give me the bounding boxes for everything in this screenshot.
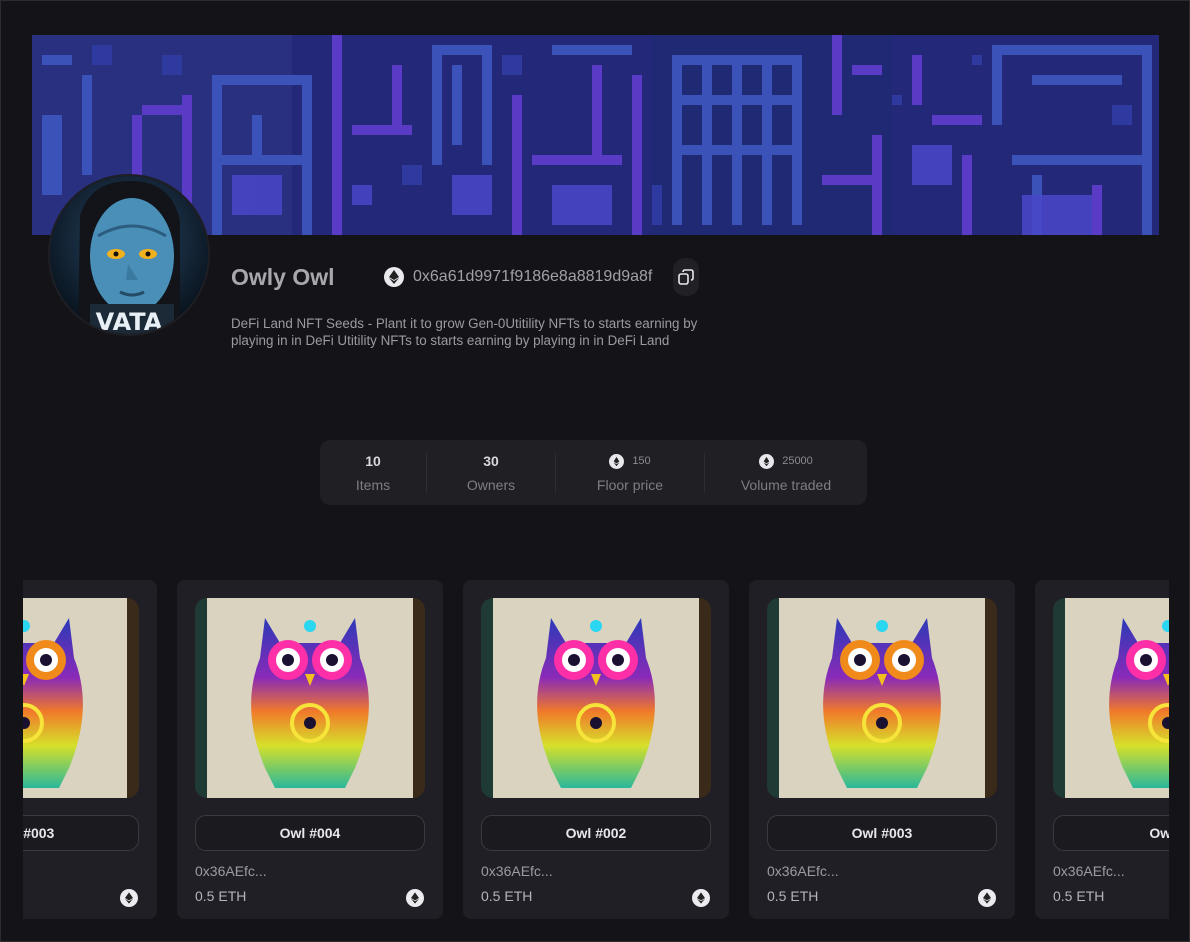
stat-owners-value: 30 — [483, 453, 499, 469]
owl-artwork — [195, 598, 425, 798]
owl-artwork — [481, 598, 711, 798]
stat-items-label: Items — [355, 477, 391, 493]
stat-owners-label: Owners — [466, 477, 516, 493]
eth-icon — [609, 453, 625, 469]
nft-image[interactable] — [23, 598, 139, 798]
collection-banner — [32, 35, 1159, 235]
stat-floor-price-value: 150 — [632, 455, 651, 467]
collection-name: Owly Owl — [231, 264, 335, 290]
eth-icon — [120, 889, 138, 907]
nft-card[interactable]: Owl #004 0x36AEfc... 0.5 ETH — [177, 580, 443, 919]
stat-floor-price-label: Floor price — [596, 477, 664, 493]
nft-card[interactable]: Owl #003 — [23, 580, 157, 919]
nft-image[interactable] — [767, 598, 997, 798]
avatar-overlay-text: VATA — [96, 308, 163, 334]
stat-items-value: 10 — [365, 453, 381, 469]
collection-stats-bar: 10 Items 30 Owners 150 Floor price 25000… — [320, 440, 867, 505]
eth-icon — [759, 453, 775, 469]
nft-owner: 0x36AEfc... — [195, 863, 267, 879]
eth-icon — [406, 889, 424, 907]
collection-avatar: VATA — [48, 174, 210, 336]
nft-image[interactable] — [1053, 598, 1169, 798]
nft-card-carousel[interactable]: Owl #003 Owl #004 0x36AEfc... 0.5 ETH Ow… — [23, 580, 1169, 920]
copy-address-button[interactable] — [673, 258, 699, 296]
stat-volume-traded-label: Volume traded — [740, 477, 832, 493]
nft-title-button[interactable]: Owl #002 — [481, 815, 711, 851]
nft-price: 0.5 ETH — [767, 888, 819, 904]
avatar-portrait-image: VATA — [50, 176, 208, 334]
nft-image[interactable] — [195, 598, 425, 798]
stat-floor-price: 150 Floor price — [556, 440, 704, 505]
nft-image[interactable] — [481, 598, 711, 798]
nft-card[interactable]: Owl #003 0x36AEfc... 0.5 ETH — [749, 580, 1015, 919]
nft-title-button[interactable]: Owl # — [1053, 815, 1169, 851]
nft-price: 0.5 ETH — [1053, 888, 1105, 904]
eth-icon — [978, 889, 996, 907]
copy-icon — [678, 269, 694, 285]
nft-owner: 0x36AEfc... — [481, 863, 553, 879]
stat-volume-traded: 25000 Volume traded — [705, 440, 867, 505]
pixel-art-banner — [32, 35, 1159, 235]
owl-artwork — [767, 598, 997, 798]
ethereum-icon — [384, 267, 404, 287]
nft-card[interactable]: Owl #002 0x36AEfc... 0.5 ETH — [463, 580, 729, 919]
owl-artwork — [23, 598, 139, 798]
stat-volume-traded-value: 25000 — [782, 455, 813, 467]
eth-icon — [692, 889, 710, 907]
wallet-address-text: 0x6a61d9971f9186e8a8819d9a8f — [413, 268, 653, 285]
stat-items: 10 Items — [320, 440, 426, 505]
nft-owner: 0x36AEfc... — [767, 863, 839, 879]
nft-title-button[interactable]: Owl #003 — [767, 815, 997, 851]
nft-card[interactable]: Owl # 0x36AEfc... 0.5 ETH — [1035, 580, 1169, 919]
nft-price: 0.5 ETH — [195, 888, 247, 904]
wallet-address: 0x6a61d9971f9186e8a8819d9a8f — [384, 264, 652, 290]
nft-title-button[interactable]: Owl #004 — [195, 815, 425, 851]
owl-artwork — [1053, 598, 1169, 798]
nft-title-button[interactable]: Owl #003 — [23, 815, 139, 851]
nft-price: 0.5 ETH — [481, 888, 533, 904]
stat-owners: 30 Owners — [427, 440, 555, 505]
collection-description: DeFi Land NFT Seeds - Plant it to grow G… — [231, 316, 698, 348]
nft-owner: 0x36AEfc... — [1053, 863, 1125, 879]
